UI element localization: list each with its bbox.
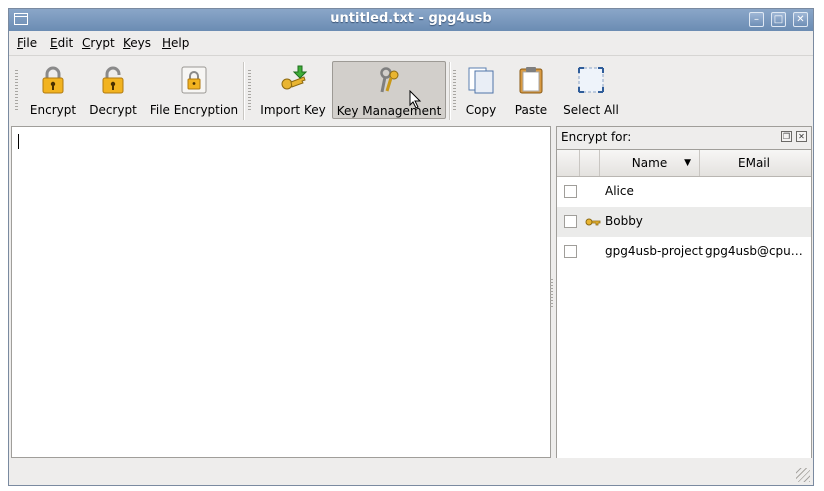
window-title: untitled.txt - gpg4usb — [330, 11, 492, 26]
toolbar-grip[interactable] — [248, 70, 251, 110]
menu-crypt[interactable]: Crypt — [82, 36, 115, 50]
header-name-column[interactable]: Name ▼ — [600, 150, 700, 176]
key-row-bobby[interactable]: Bobby — [557, 207, 811, 237]
select-all-label: Select All — [563, 103, 619, 117]
copy-button[interactable]: Copy — [461, 61, 501, 119]
file-lock-icon — [181, 66, 207, 94]
title-bar[interactable]: untitled.txt - gpg4usb – □ ✕ — [9, 9, 813, 31]
paste-button[interactable]: Paste — [509, 61, 553, 119]
toolbar: Encrypt Decrypt File Encryption Import K… — [9, 55, 813, 126]
decrypt-button[interactable]: Decrypt — [84, 61, 142, 119]
panel-title: Encrypt for: — [561, 130, 632, 144]
key-management-label: Key Management — [336, 104, 442, 118]
key-name: Alice — [605, 184, 634, 198]
header-name-label: Name — [631, 156, 668, 170]
app-window: untitled.txt - gpg4usb – □ ✕ File Edit C… — [8, 8, 814, 486]
toolbar-separator — [243, 62, 244, 120]
import-key-button[interactable]: Import Key — [260, 61, 326, 119]
menu-edit[interactable]: Edit — [50, 36, 73, 50]
copy-label: Copy — [465, 103, 497, 117]
float-panel-icon[interactable]: ❐ — [781, 131, 792, 142]
key-name: gpg4usb-project — [605, 244, 703, 258]
file-encryption-label: File Encryption — [149, 103, 239, 117]
select-all-button[interactable]: Select All — [559, 61, 623, 119]
key-row-gpg4usb-project[interactable]: gpg4usb-project gpg4usb@cpun… — [557, 237, 811, 267]
lock-icon — [42, 66, 64, 94]
sort-chevron-down-icon: ▼ — [684, 158, 691, 168]
decrypt-label: Decrypt — [89, 103, 137, 117]
unlock-icon — [102, 66, 124, 94]
toolbar-separator — [449, 62, 450, 120]
key-management-button[interactable]: Key Management — [332, 61, 446, 119]
toolbar-grip[interactable] — [15, 70, 18, 110]
key-name: Bobby — [605, 214, 643, 228]
status-bar — [9, 461, 813, 485]
encrypt-button[interactable]: Encrypt — [24, 61, 82, 119]
file-encryption-button[interactable]: File Encryption — [149, 61, 239, 119]
header-email-label: EMail — [738, 156, 770, 170]
close-panel-icon[interactable]: ✕ — [796, 131, 807, 142]
paste-label: Paste — [514, 103, 548, 117]
menu-keys[interactable]: Keys — [123, 36, 151, 50]
minimize-button[interactable]: – — [749, 12, 764, 27]
encrypt-for-panel: Encrypt for: ❐ ✕ Name ▼ EMail Alice Bobb… — [556, 126, 812, 458]
copy-icon — [468, 67, 494, 94]
text-caret — [18, 134, 19, 149]
key-checkbox[interactable] — [564, 245, 577, 258]
maximize-button[interactable]: □ — [771, 12, 786, 27]
key-icon — [585, 218, 601, 226]
close-button[interactable]: ✕ — [793, 12, 808, 27]
encrypt-label: Encrypt — [29, 103, 77, 117]
mouse-cursor-icon — [409, 90, 422, 109]
header-type-column[interactable] — [580, 150, 600, 176]
select-all-icon — [578, 67, 604, 93]
key-list-header: Name ▼ EMail — [557, 150, 811, 177]
key-checkbox[interactable] — [564, 215, 577, 228]
keys-icon — [380, 67, 399, 93]
key-row-alice[interactable]: Alice — [557, 177, 811, 207]
key-list: Name ▼ EMail Alice Bobby gpg4usb-project… — [557, 149, 811, 458]
resize-grip[interactable] — [796, 468, 810, 482]
key-checkbox[interactable] — [564, 185, 577, 198]
header-email-column[interactable]: EMail — [700, 150, 808, 176]
import-key-label: Import Key — [260, 103, 326, 117]
toolbar-grip[interactable] — [453, 70, 456, 110]
key-import-icon — [281, 65, 308, 90]
text-editor[interactable] — [11, 126, 551, 458]
panel-splitter[interactable] — [550, 279, 553, 309]
menu-file[interactable]: File — [17, 36, 37, 50]
key-email: gpg4usb@cpun… — [705, 244, 809, 258]
menu-help[interactable]: Help — [162, 36, 189, 50]
menu-bar: File Edit Crypt Keys Help — [9, 32, 813, 54]
paste-icon — [519, 67, 543, 94]
header-select-column[interactable] — [557, 150, 580, 176]
